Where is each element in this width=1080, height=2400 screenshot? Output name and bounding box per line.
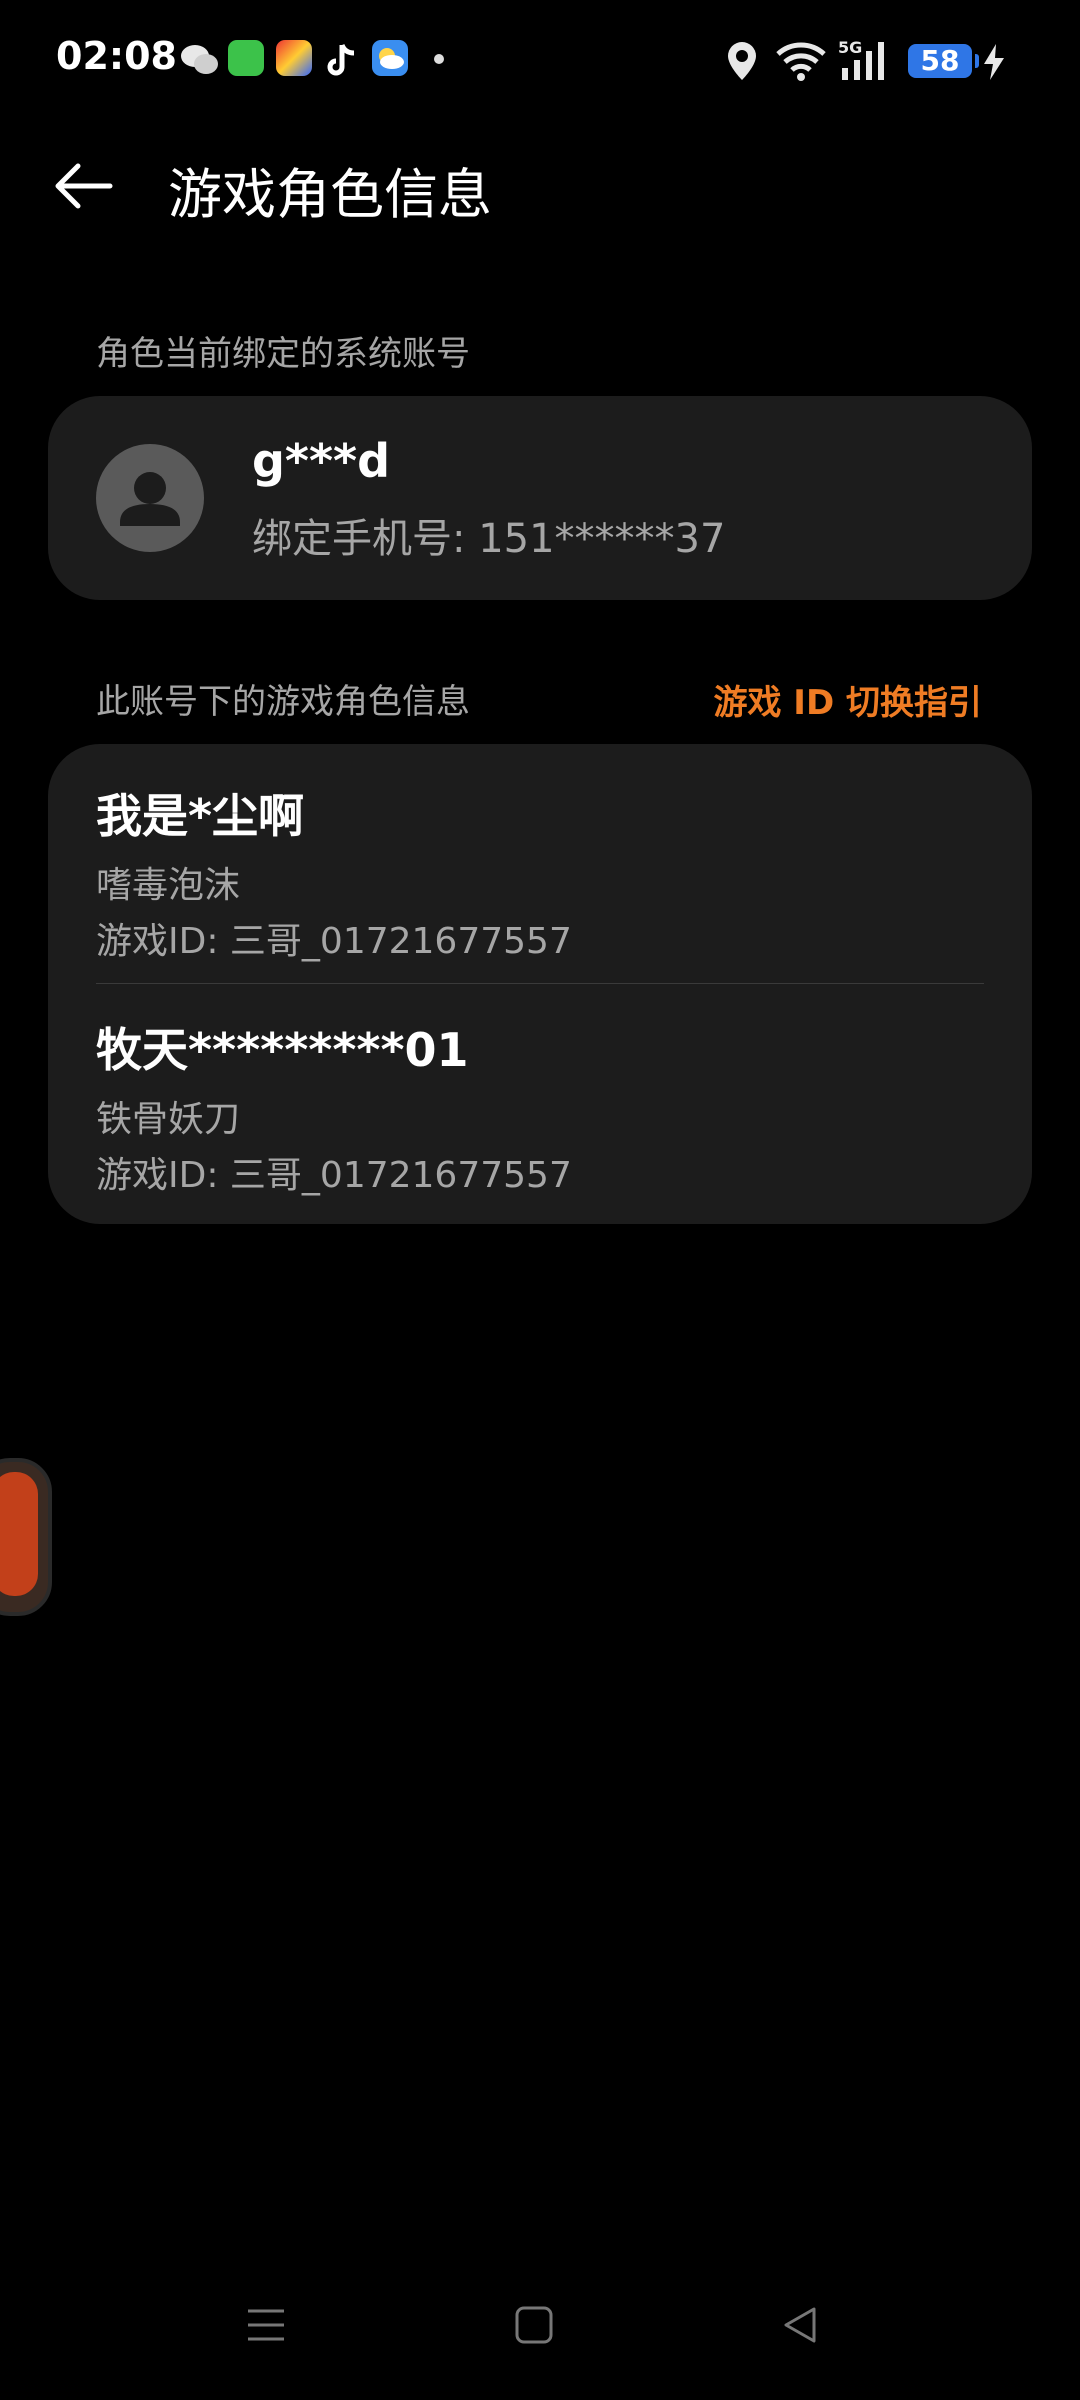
role-item[interactable]: 牧天*********01 铁骨妖刀 游戏ID: 三哥_01721677557 (96, 1014, 984, 1198)
role-subtitle: 铁骨妖刀 (96, 1099, 241, 1140)
account-card[interactable]: g***d 绑定手机号: 151******37 (48, 396, 1032, 600)
status-time: 02:08 (56, 34, 177, 78)
role-name: 我是*尘啊 (96, 789, 305, 843)
back-arrow-icon (55, 163, 113, 209)
page-title: 游戏角色信息 (168, 163, 492, 226)
game-id-switch-guide-link[interactable]: 游戏 ID 切换指引 (713, 675, 982, 724)
back-nav-icon[interactable] (780, 2305, 820, 2345)
role-game-id: 游戏ID: 三哥_01721677557 (96, 921, 572, 962)
role-subtitle: 嗜毒泡沫 (96, 865, 241, 906)
battery-level: 58 (908, 44, 979, 78)
dot-icon (434, 54, 444, 64)
home-nav-icon[interactable] (514, 2305, 554, 2345)
back-button[interactable] (48, 150, 120, 222)
role-game-id: 游戏ID: 三哥_01721677557 (96, 1155, 572, 1196)
role-name: 牧天*********01 (96, 1023, 469, 1077)
menu-nav-icon[interactable] (246, 2305, 286, 2345)
roles-card: 我是*尘啊 嗜毒泡沫 游戏ID: 三哥_01721677557 牧天******… (48, 744, 1032, 1224)
wechat-icon (181, 45, 218, 74)
game-icon (276, 40, 312, 76)
role-item[interactable]: 我是*尘啊 嗜毒泡沫 游戏ID: 三哥_01721677557 (96, 780, 984, 964)
location-icon (728, 42, 756, 80)
signal-5g-icon: 5G (838, 38, 898, 82)
account-name: g***d (252, 434, 391, 488)
roles-section-label: 此账号下的游戏角色信息 (96, 682, 470, 722)
weather-icon (372, 40, 408, 76)
charging-icon (984, 44, 1004, 80)
avatar (96, 444, 204, 552)
tiktok-icon (327, 43, 355, 76)
floating-assistant-bubble[interactable] (0, 1458, 52, 1616)
user-icon (120, 472, 180, 526)
assistant-icon (0, 1472, 38, 1596)
bound-phone: 绑定手机号: 151******37 (252, 516, 726, 562)
wifi-icon (776, 42, 826, 81)
divider (96, 983, 984, 984)
account-section-label: 角色当前绑定的系统账号 (96, 334, 470, 374)
messages-icon (228, 40, 264, 76)
